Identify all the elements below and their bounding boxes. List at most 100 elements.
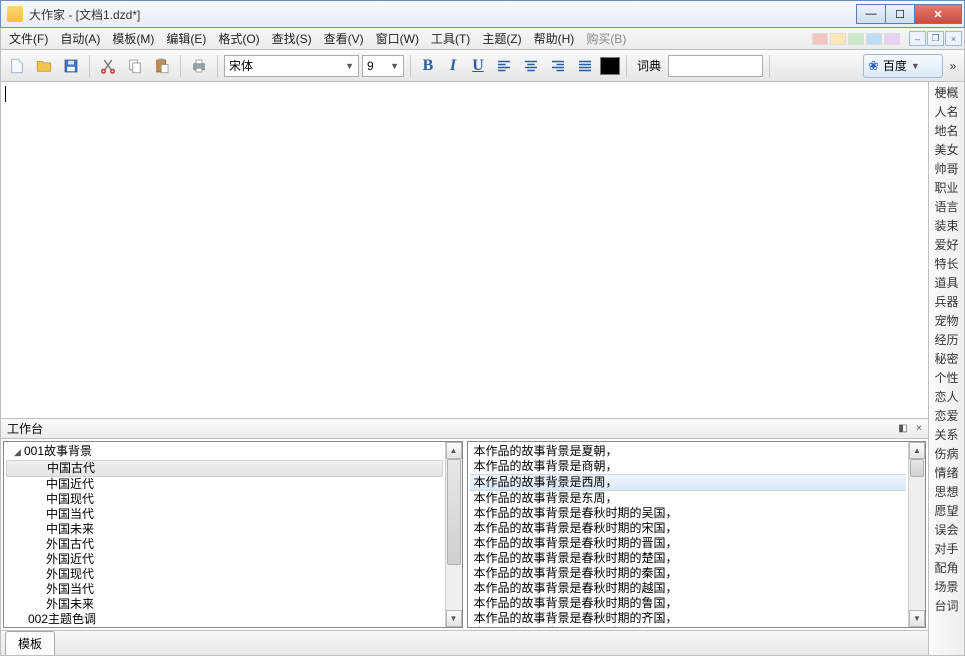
sidebar-tab-11[interactable]: 兵器 [932,293,962,312]
list-view[interactable]: 本作品的故事背景是夏朝，本作品的故事背景是商朝，本作品的故事背景是西周，本作品的… [468,442,909,627]
font-select[interactable]: 宋体▼ [224,55,359,77]
list-item[interactable]: 本作品的故事背景是夏朝， [470,444,907,459]
sidebar-tab-26[interactable]: 场景 [932,578,962,597]
dict-input[interactable] [668,55,763,77]
cut-button[interactable] [96,54,120,78]
menu-item-5[interactable]: 查找(S) [266,30,318,48]
list-item[interactable]: 本作品的故事背景是春秋时期的鲁国， [470,596,907,611]
tree-child[interactable]: 外国近代 [6,552,443,567]
save-button[interactable] [59,54,83,78]
list-item[interactable]: 本作品的故事背景是春秋时期的吴国， [470,506,907,521]
list-item[interactable]: 本作品的故事背景是春秋时期的越国， [470,581,907,596]
tree-child[interactable]: 外国未来 [6,597,443,612]
tree-child[interactable]: 中国近代 [6,477,443,492]
sidebar-tab-19[interactable]: 伤病 [932,445,962,464]
menu-item-2[interactable]: 模板(M) [106,30,160,48]
list-item[interactable]: 本作品的故事背景是春秋时期的齐国， [470,611,907,626]
mdi-restore[interactable]: ❐ [927,31,944,46]
tree-child[interactable]: 外国当代 [6,582,443,597]
theme-swatch-4[interactable] [884,33,900,45]
sidebar-tab-15[interactable]: 个性 [932,369,962,388]
sidebar-tab-13[interactable]: 经历 [932,331,962,350]
list-scrollbar[interactable]: ▲ ▼ [908,442,925,627]
print-button[interactable] [187,54,211,78]
close-button[interactable]: ✕ [914,4,962,24]
sidebar-tab-14[interactable]: 秘密 [932,350,962,369]
tree-child[interactable]: 外国现代 [6,567,443,582]
tree-child[interactable]: 外国古代 [6,537,443,552]
sidebar-tab-12[interactable]: 宠物 [932,312,962,331]
menu-item-9[interactable]: 主题(Z) [476,30,527,48]
sidebar-tab-4[interactable]: 帅哥 [932,160,962,179]
font-size-select[interactable]: 9▼ [362,55,404,77]
menu-buy[interactable]: 购买(B) [580,28,632,49]
dock-close-button[interactable]: × [912,421,926,435]
tree-child[interactable]: 中国当代 [6,507,443,522]
sidebar-tab-9[interactable]: 特长 [932,255,962,274]
list-item[interactable]: 本作品的故事背景是西周， [470,474,907,491]
theme-swatch-0[interactable] [812,33,828,45]
sidebar-tab-16[interactable]: 恋人 [932,388,962,407]
menu-item-7[interactable]: 窗口(W) [370,30,425,48]
tree-child[interactable]: 中国现代 [6,492,443,507]
align-right-button[interactable] [546,54,570,78]
tree-sibling[interactable]: 002主题色调 [6,612,443,627]
mdi-minimize[interactable]: – [909,31,926,46]
menu-item-3[interactable]: 编辑(E) [160,30,212,48]
sidebar-tab-7[interactable]: 装束 [932,217,962,236]
search-engine-select[interactable]: ❀ 百度 ▼ [863,54,943,78]
italic-button[interactable]: I [442,55,464,77]
sidebar-tab-25[interactable]: 配角 [932,559,962,578]
menu-item-1[interactable]: 自动(A) [54,30,106,48]
tab-template[interactable]: 模板 [5,631,55,655]
dock-float-button[interactable]: ◧ [896,421,910,435]
theme-swatch-1[interactable] [830,33,846,45]
list-item[interactable]: 本作品的故事背景是春秋时期的秦国， [470,566,907,581]
sidebar-tab-22[interactable]: 愿望 [932,502,962,521]
toolbar-overflow[interactable]: » [946,59,960,73]
list-item[interactable]: 本作品的故事背景是春秋时期的楚国， [470,551,907,566]
new-file-button[interactable] [5,54,29,78]
sidebar-tab-2[interactable]: 地名 [932,122,962,141]
scroll-up-icon[interactable]: ▲ [446,442,462,459]
scroll-down-icon[interactable]: ▼ [446,610,462,627]
align-center-button[interactable] [519,54,543,78]
sidebar-tab-21[interactable]: 思想 [932,483,962,502]
minimize-button[interactable]: — [856,4,886,24]
scroll-down-icon[interactable]: ▼ [909,610,925,627]
bold-button[interactable]: B [417,55,439,77]
tree-child[interactable]: 中国未来 [6,522,443,537]
align-left-button[interactable] [492,54,516,78]
sidebar-tab-24[interactable]: 对手 [932,540,962,559]
theme-swatch-2[interactable] [848,33,864,45]
sidebar-tab-3[interactable]: 美女 [932,141,962,160]
sidebar-tab-8[interactable]: 爱好 [932,236,962,255]
menu-item-6[interactable]: 查看(V) [318,30,370,48]
sidebar-tab-20[interactable]: 情绪 [932,464,962,483]
sidebar-tab-10[interactable]: 道具 [932,274,962,293]
menu-item-8[interactable]: 工具(T) [425,30,476,48]
sidebar-tab-18[interactable]: 关系 [932,426,962,445]
open-file-button[interactable] [32,54,56,78]
tree-view[interactable]: ◢001故事背景中国古代中国近代中国现代中国当代中国未来外国古代外国近代外国现代… [4,442,445,627]
mdi-close[interactable]: × [945,31,962,46]
list-item[interactable]: 本作品的故事背景是春秋时期的宋国， [470,521,907,536]
scroll-up-icon[interactable]: ▲ [909,442,925,459]
theme-swatch-3[interactable] [866,33,882,45]
list-item[interactable]: 本作品的故事背景是东周， [470,491,907,506]
tree-root[interactable]: ◢001故事背景 [6,444,443,460]
menu-item-0[interactable]: 文件(F) [3,30,54,48]
text-editor[interactable] [1,82,928,419]
sidebar-tab-1[interactable]: 人名 [932,103,962,122]
sidebar-tab-0[interactable]: 梗概 [932,84,962,103]
tree-child[interactable]: 中国古代 [6,460,443,477]
tree-scrollbar[interactable]: ▲ ▼ [445,442,462,627]
sidebar-tab-27[interactable]: 台词 [932,597,962,616]
menu-item-10[interactable]: 帮助(H) [528,30,581,48]
text-color-button[interactable] [600,57,620,75]
sidebar-tab-23[interactable]: 误会 [932,521,962,540]
align-justify-button[interactable] [573,54,597,78]
underline-button[interactable]: U [467,55,489,77]
menu-item-4[interactable]: 格式(O) [212,30,265,48]
sidebar-tab-17[interactable]: 恋爱 [932,407,962,426]
